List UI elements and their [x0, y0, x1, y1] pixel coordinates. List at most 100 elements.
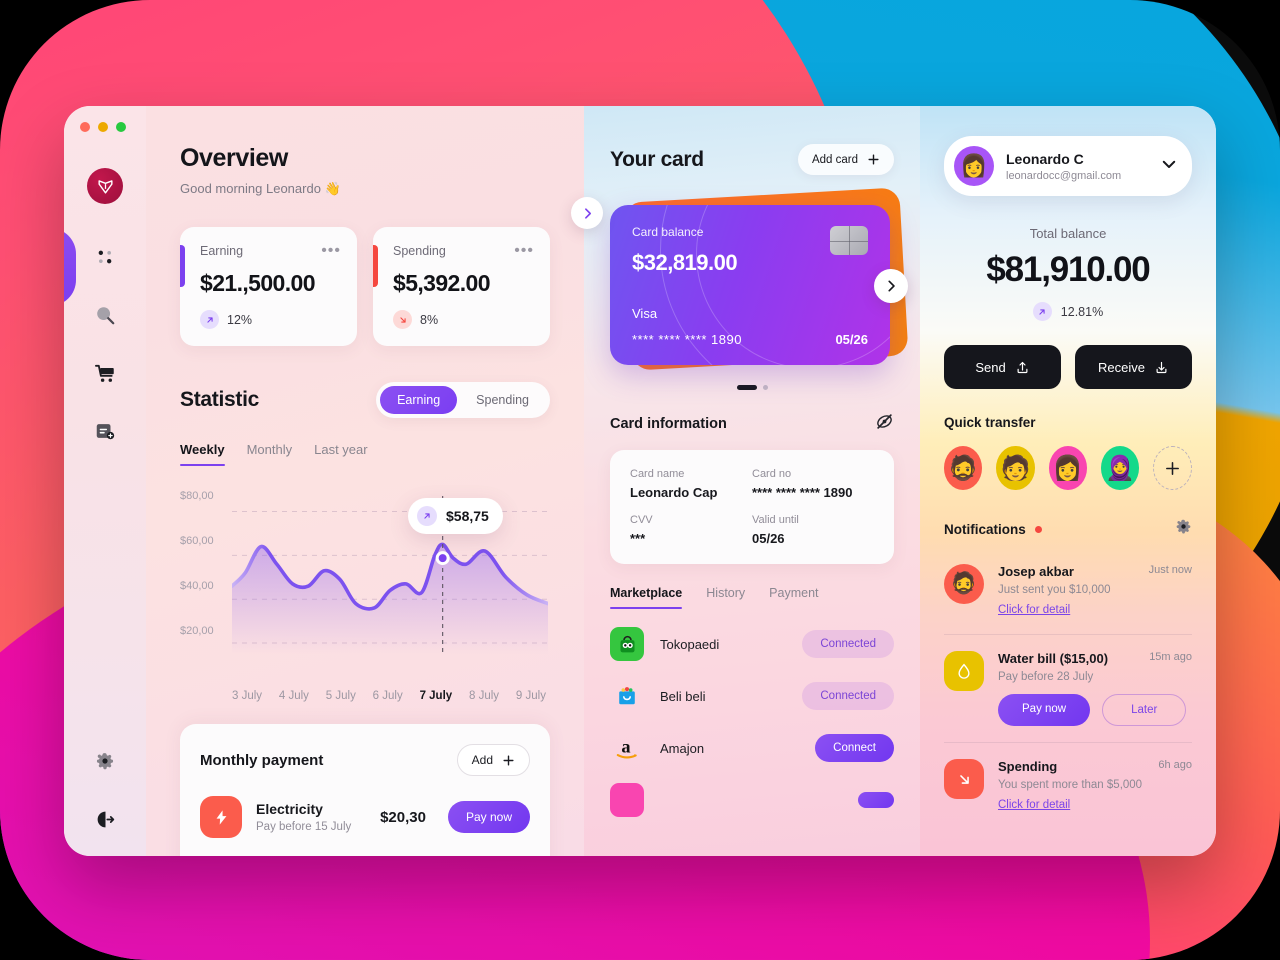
spending-menu-icon[interactable]: •••	[514, 243, 534, 259]
receive-button[interactable]: Receive	[1075, 345, 1192, 389]
segment-earning[interactable]: Earning	[380, 386, 458, 414]
logout-icon	[97, 811, 114, 827]
avatar: 👩	[954, 146, 994, 186]
add-card-button[interactable]: Add card	[797, 144, 894, 175]
field-cvv: CVV ***	[630, 514, 752, 546]
marketplace-name: Amajon	[660, 740, 705, 756]
card-pagination	[610, 385, 894, 390]
marketplace-row-tokopaedi[interactable]: Tokopaedi Connected	[610, 627, 894, 661]
water-drop-icon	[944, 651, 984, 691]
tab-monthly[interactable]: Monthly	[247, 442, 293, 466]
pay-now-button[interactable]: Pay now	[447, 801, 530, 833]
total-balance-label: Total balance	[1029, 226, 1107, 241]
total-balance-delta: 12.81%	[1060, 304, 1104, 319]
x-tick-6: 9 July	[515, 690, 546, 702]
field-valid-until: Valid until 05/26	[752, 514, 874, 546]
field-card-name: Card name Leonardo Cap	[630, 468, 752, 500]
notification-detail-link[interactable]: Click for detail	[998, 799, 1070, 811]
contact-avatar-3[interactable]: 👩	[1048, 446, 1088, 490]
field-value: 05/26	[752, 531, 785, 546]
marketplace-status-button[interactable]: Connected	[802, 630, 894, 658]
card-brand: Visa	[632, 306, 658, 321]
statistic-segmented-control: Earning Spending	[376, 382, 550, 418]
later-button[interactable]: Later	[1102, 694, 1187, 726]
tab-marketplace[interactable]: Marketplace	[610, 586, 683, 609]
marketplace-row-partial[interactable]	[610, 783, 894, 817]
summary-card-earning[interactable]: Earning ••• $21.,500.00 12%	[180, 227, 357, 346]
chart-tooltip-value: $58,75	[446, 508, 489, 524]
card-information-title: Card information	[610, 416, 727, 432]
marketplace-row-belibeli[interactable]: Beli beli Connected	[610, 679, 894, 713]
plus-icon	[868, 154, 879, 165]
notification-item[interactable]: Water bill ($15,00) 15m ago Pay before 2…	[944, 634, 1192, 742]
account-panel: 👩 Leonardo C leonardocc@gmail.com Total …	[920, 106, 1216, 856]
x-tick-4: 7 July	[419, 690, 453, 702]
tab-history[interactable]: History	[706, 586, 745, 609]
notification-desc: Just sent you $10,000	[998, 584, 1111, 596]
contact-avatar-2[interactable]: 🧑	[996, 446, 1035, 490]
notification-detail-link[interactable]: Click for detail	[998, 604, 1070, 616]
notification-item[interactable]: 🧔 Josep akbar Just now Just sent you $10…	[944, 548, 1192, 634]
marketplace-name: Beli beli	[660, 688, 706, 704]
sidebar-item-marketplace[interactable]	[90, 358, 120, 388]
add-payment-button[interactable]: Add	[456, 744, 530, 776]
notification-item[interactable]: Spending 6h ago You spent more than $5,0…	[944, 742, 1192, 829]
card-balance-label: Card balance	[632, 225, 704, 239]
app-logo[interactable]	[87, 168, 123, 204]
statistic-title: Statistic	[180, 388, 259, 411]
contact-avatar-4[interactable]: 🧕	[1101, 446, 1140, 490]
notifications-settings-button[interactable]	[1175, 518, 1192, 540]
add-payment-label: Add	[471, 753, 493, 767]
notification-desc: You spent more than $5,000	[998, 779, 1143, 791]
y-tick-20: $20,00	[180, 625, 214, 637]
eye-off-icon[interactable]	[875, 412, 894, 436]
upload-icon	[1017, 361, 1028, 373]
belibeli-icon	[610, 679, 644, 713]
add-contact-button[interactable]	[1153, 446, 1192, 490]
sidebar-item-wallet[interactable]	[90, 416, 120, 446]
segment-spending[interactable]: Spending	[459, 386, 546, 414]
earning-menu-icon[interactable]: •••	[321, 243, 341, 259]
window-maximize-button[interactable]	[116, 122, 126, 132]
chevron-down-icon	[1162, 160, 1176, 168]
profile-card[interactable]: 👩 Leonardo C leonardocc@gmail.com	[944, 136, 1192, 196]
tab-payment[interactable]: Payment	[769, 586, 818, 609]
notification-title: Josep akbar	[998, 564, 1074, 579]
sidebar-nav	[90, 242, 120, 446]
sidebar-item-settings[interactable]	[90, 746, 120, 776]
x-tick-1: 4 July	[278, 690, 309, 702]
payment-row-electricity[interactable]: Electricity Pay before 15 July $20,30 Pa…	[200, 796, 530, 838]
sidebar-item-dashboard[interactable]	[90, 242, 120, 272]
tokopaedi-icon	[610, 627, 644, 661]
field-value: ***	[630, 531, 646, 546]
card-prev-button[interactable]	[571, 197, 603, 229]
marketplace-row-amajon[interactable]: a Amajon Connect	[610, 731, 894, 765]
marketplace-status-button[interactable]: Connected	[802, 682, 894, 710]
arrow-down-right-icon	[944, 759, 984, 799]
marketplace-status-button[interactable]: Connect	[815, 734, 894, 762]
profile-dropdown-button[interactable]	[1160, 155, 1178, 178]
summary-card-spending[interactable]: Spending ••• $5,392.00 8%	[373, 227, 550, 346]
field-label: Card name	[630, 468, 685, 480]
contact-avatar-1[interactable]: 🧔	[944, 446, 983, 490]
tab-last-year[interactable]: Last year	[314, 442, 367, 466]
send-label: Send	[975, 359, 1006, 375]
pagination-dot[interactable]	[762, 385, 768, 390]
sidebar-bottom-nav	[90, 746, 120, 834]
pagination-dot-active[interactable]	[736, 385, 757, 390]
sidebar-item-logout[interactable]	[90, 804, 120, 834]
notifications-title: Notifications	[944, 521, 1026, 537]
credit-card[interactable]: Card balance $32,819.00 Visa **** **** *…	[610, 205, 890, 365]
window-traffic-lights	[80, 122, 126, 132]
pay-now-button[interactable]: Pay now	[998, 694, 1091, 726]
amajon-icon: a	[610, 731, 644, 765]
send-button[interactable]: Send	[944, 345, 1061, 389]
window-close-button[interactable]	[80, 122, 90, 132]
tab-weekly[interactable]: Weekly	[180, 442, 225, 466]
marketplace-status-button[interactable]	[858, 792, 894, 808]
sidebar-item-search[interactable]	[90, 300, 120, 330]
window-minimize-button[interactable]	[98, 122, 108, 132]
card-next-button[interactable]	[874, 269, 908, 303]
quick-transfer-contacts: 🧔 🧑 👩 🧕	[944, 446, 1192, 490]
total-balance-value: $81,910.00	[986, 250, 1150, 289]
